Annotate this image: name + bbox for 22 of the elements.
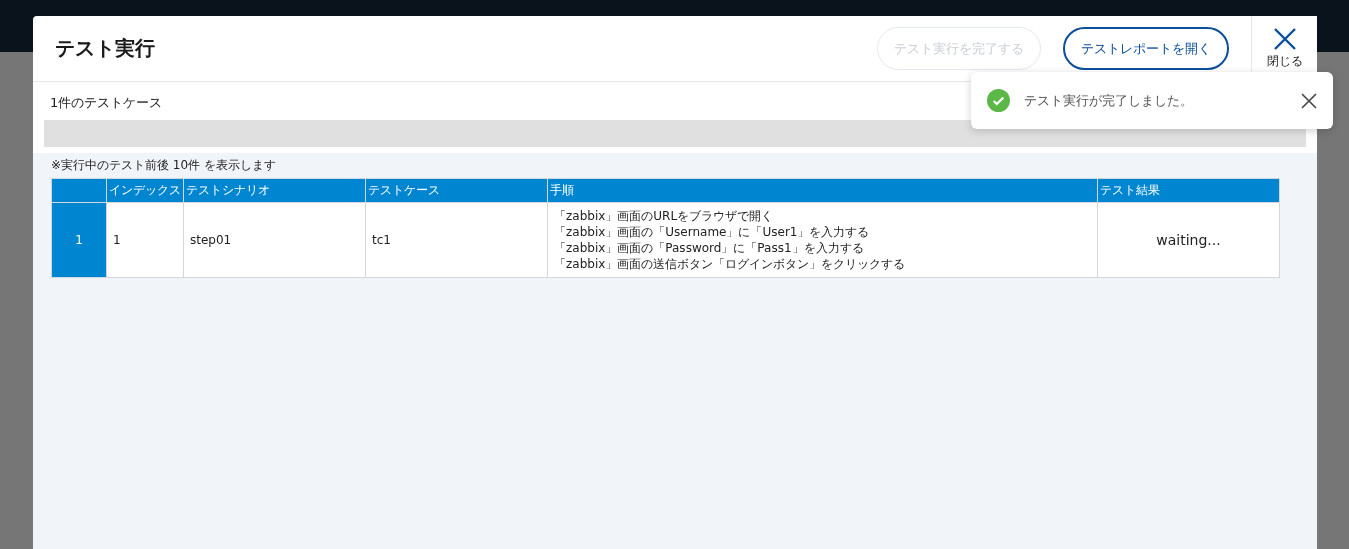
- row-number: 1: [51, 202, 107, 278]
- column-header: 手順: [547, 178, 1098, 203]
- case-count: 1件のテストケース: [50, 94, 163, 112]
- column-header: インデックス: [106, 178, 184, 203]
- column-header: テストケース: [365, 178, 548, 203]
- close-icon: [1272, 27, 1297, 51]
- table-cell: step01: [183, 202, 366, 278]
- close-button[interactable]: [1301, 92, 1317, 109]
- check-circle-icon: [987, 89, 1010, 112]
- table-cell: waiting...: [1097, 202, 1280, 278]
- table-cell: tc1: [365, 202, 548, 278]
- dialog-title: テスト実行: [55, 35, 156, 62]
- column-header: テスト結果: [1097, 178, 1280, 203]
- action-button[interactable]: テストレポートを開く: [1063, 27, 1229, 70]
- table-cell: 1: [106, 202, 184, 278]
- column-header: [51, 178, 107, 203]
- close-label: 閉じる: [1266, 53, 1303, 70]
- close-icon: [1301, 92, 1317, 109]
- note-text: ※実行中のテスト前後 10件 を表示します: [51, 157, 277, 174]
- column-header: テストシナリオ: [183, 178, 366, 203]
- table-cell: 「zabbix」画面のURLをブラウザで開く 「zabbix」画面の「Username」に「User1」を入力する 「zabbix」画面の「Password」に「Pass1」を入力する 「zabbix」画面の送信ボタン「ログインボタン」をクリックする: [547, 202, 1098, 278]
- toast-message: テスト実行が完了しました。: [1024, 91, 1194, 110]
